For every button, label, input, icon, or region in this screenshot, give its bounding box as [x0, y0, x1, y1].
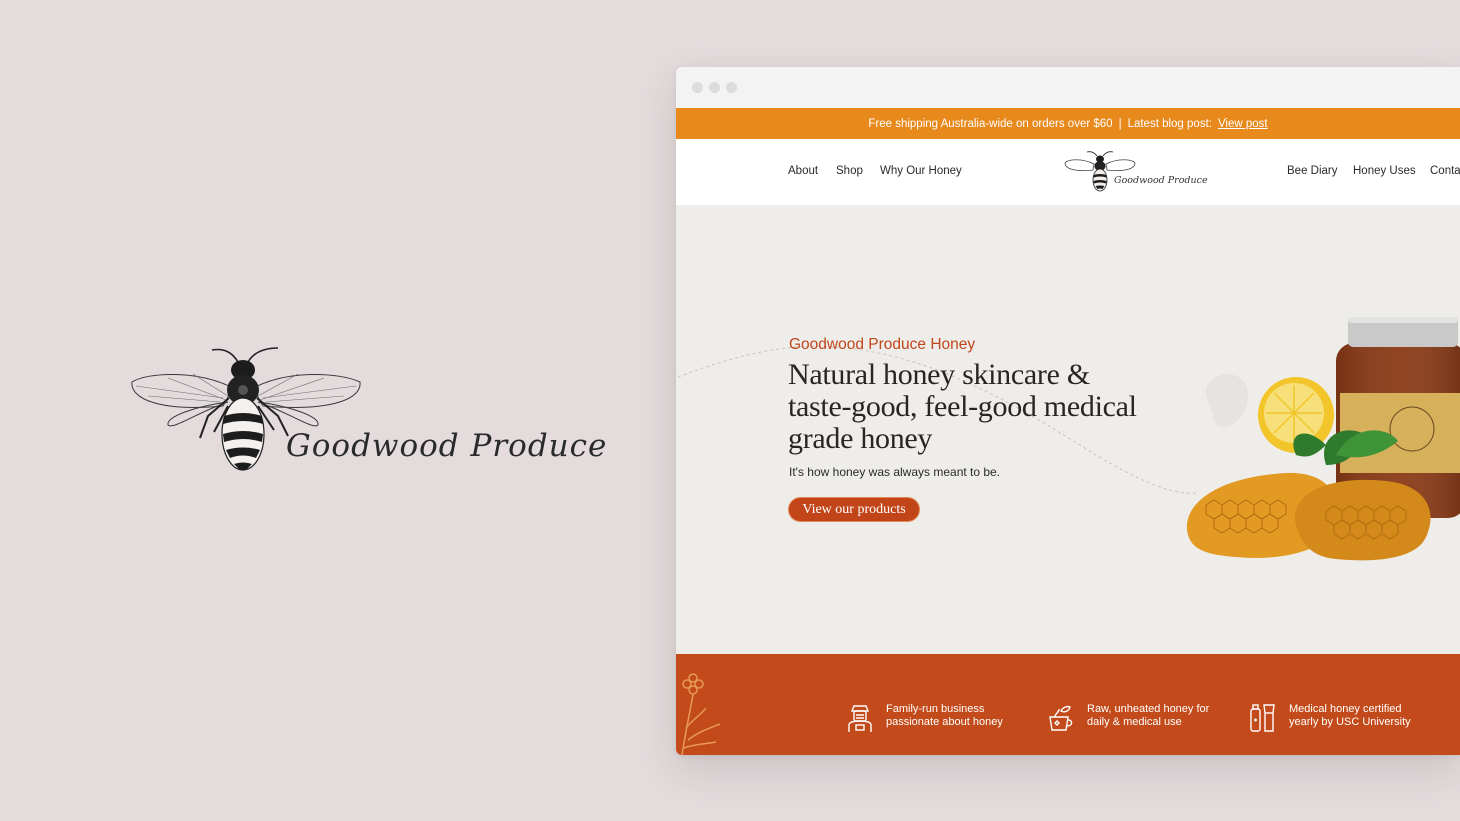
hero-section: Goodwood Produce Honey Natural honey ski…: [676, 205, 1460, 654]
flower-decoration-icon: [681, 673, 721, 755]
brand-logo: Goodwood Produce: [128, 340, 606, 480]
nav-contact[interactable]: Conta: [1430, 165, 1460, 177]
announcement-bar: Free shipping Australia-wide on orders o…: [676, 108, 1460, 139]
honey-cup-icon: [1049, 705, 1073, 731]
feature-family-run: Family-run business passionate about hon…: [846, 703, 1021, 733]
brand-name: Goodwood Produce: [286, 428, 608, 464]
main-nav: About Shop Why Our Honey Goodwood Produc…: [676, 139, 1460, 205]
honey-product-image: [1186, 317, 1460, 561]
hero-subtitle: It's how honey was always meant to be.: [789, 465, 1001, 479]
window-maximize-dot[interactable]: [726, 82, 737, 93]
feature-medical-honey-text: Medical honey certified yearly by USC Un…: [1289, 703, 1411, 728]
hero-title: Natural honey skincare & taste-good, fee…: [788, 358, 1137, 455]
hero-eyebrow: Goodwood Produce Honey: [789, 336, 976, 353]
nav-why-our-honey[interactable]: Why Our Honey: [880, 165, 962, 177]
beekeeper-icon: [848, 705, 872, 732]
blog-label: Latest blog post:: [1127, 117, 1212, 130]
window-close-dot[interactable]: [692, 82, 703, 93]
medical-bottle-icon: [1250, 704, 1275, 732]
nav-shop[interactable]: Shop: [836, 165, 863, 177]
view-products-button[interactable]: View our products: [788, 497, 920, 522]
feature-medical-honey: Medical honey certified yearly by USC Un…: [1249, 703, 1424, 733]
feature-raw-honey: Raw, unheated honey for daily & medical …: [1047, 703, 1222, 733]
view-post-link[interactable]: View post: [1218, 118, 1268, 130]
window-minimize-dot[interactable]: [709, 82, 720, 93]
announcement-separator: |: [1118, 117, 1122, 130]
feature-family-run-text: Family-run business passionate about hon…: [886, 703, 1003, 728]
nav-logo[interactable]: Goodwood Produce: [1064, 150, 1208, 194]
nav-logo-text: Goodwood Produce: [1114, 175, 1208, 186]
feature-raw-honey-text: Raw, unheated honey for daily & medical …: [1087, 703, 1210, 728]
announcement-text: Free shipping Australia-wide on orders o…: [868, 117, 1113, 130]
nav-honey-uses[interactable]: Honey Uses: [1353, 165, 1416, 177]
nav-bee-diary[interactable]: Bee Diary: [1287, 165, 1338, 177]
bee-logo-icon: [1064, 151, 1136, 192]
browser-window: Free shipping Australia-wide on orders o…: [676, 67, 1460, 755]
browser-chrome: [676, 67, 1460, 108]
features-bar: Family-run business passionate about hon…: [676, 654, 1460, 755]
nav-about[interactable]: About: [788, 165, 818, 177]
